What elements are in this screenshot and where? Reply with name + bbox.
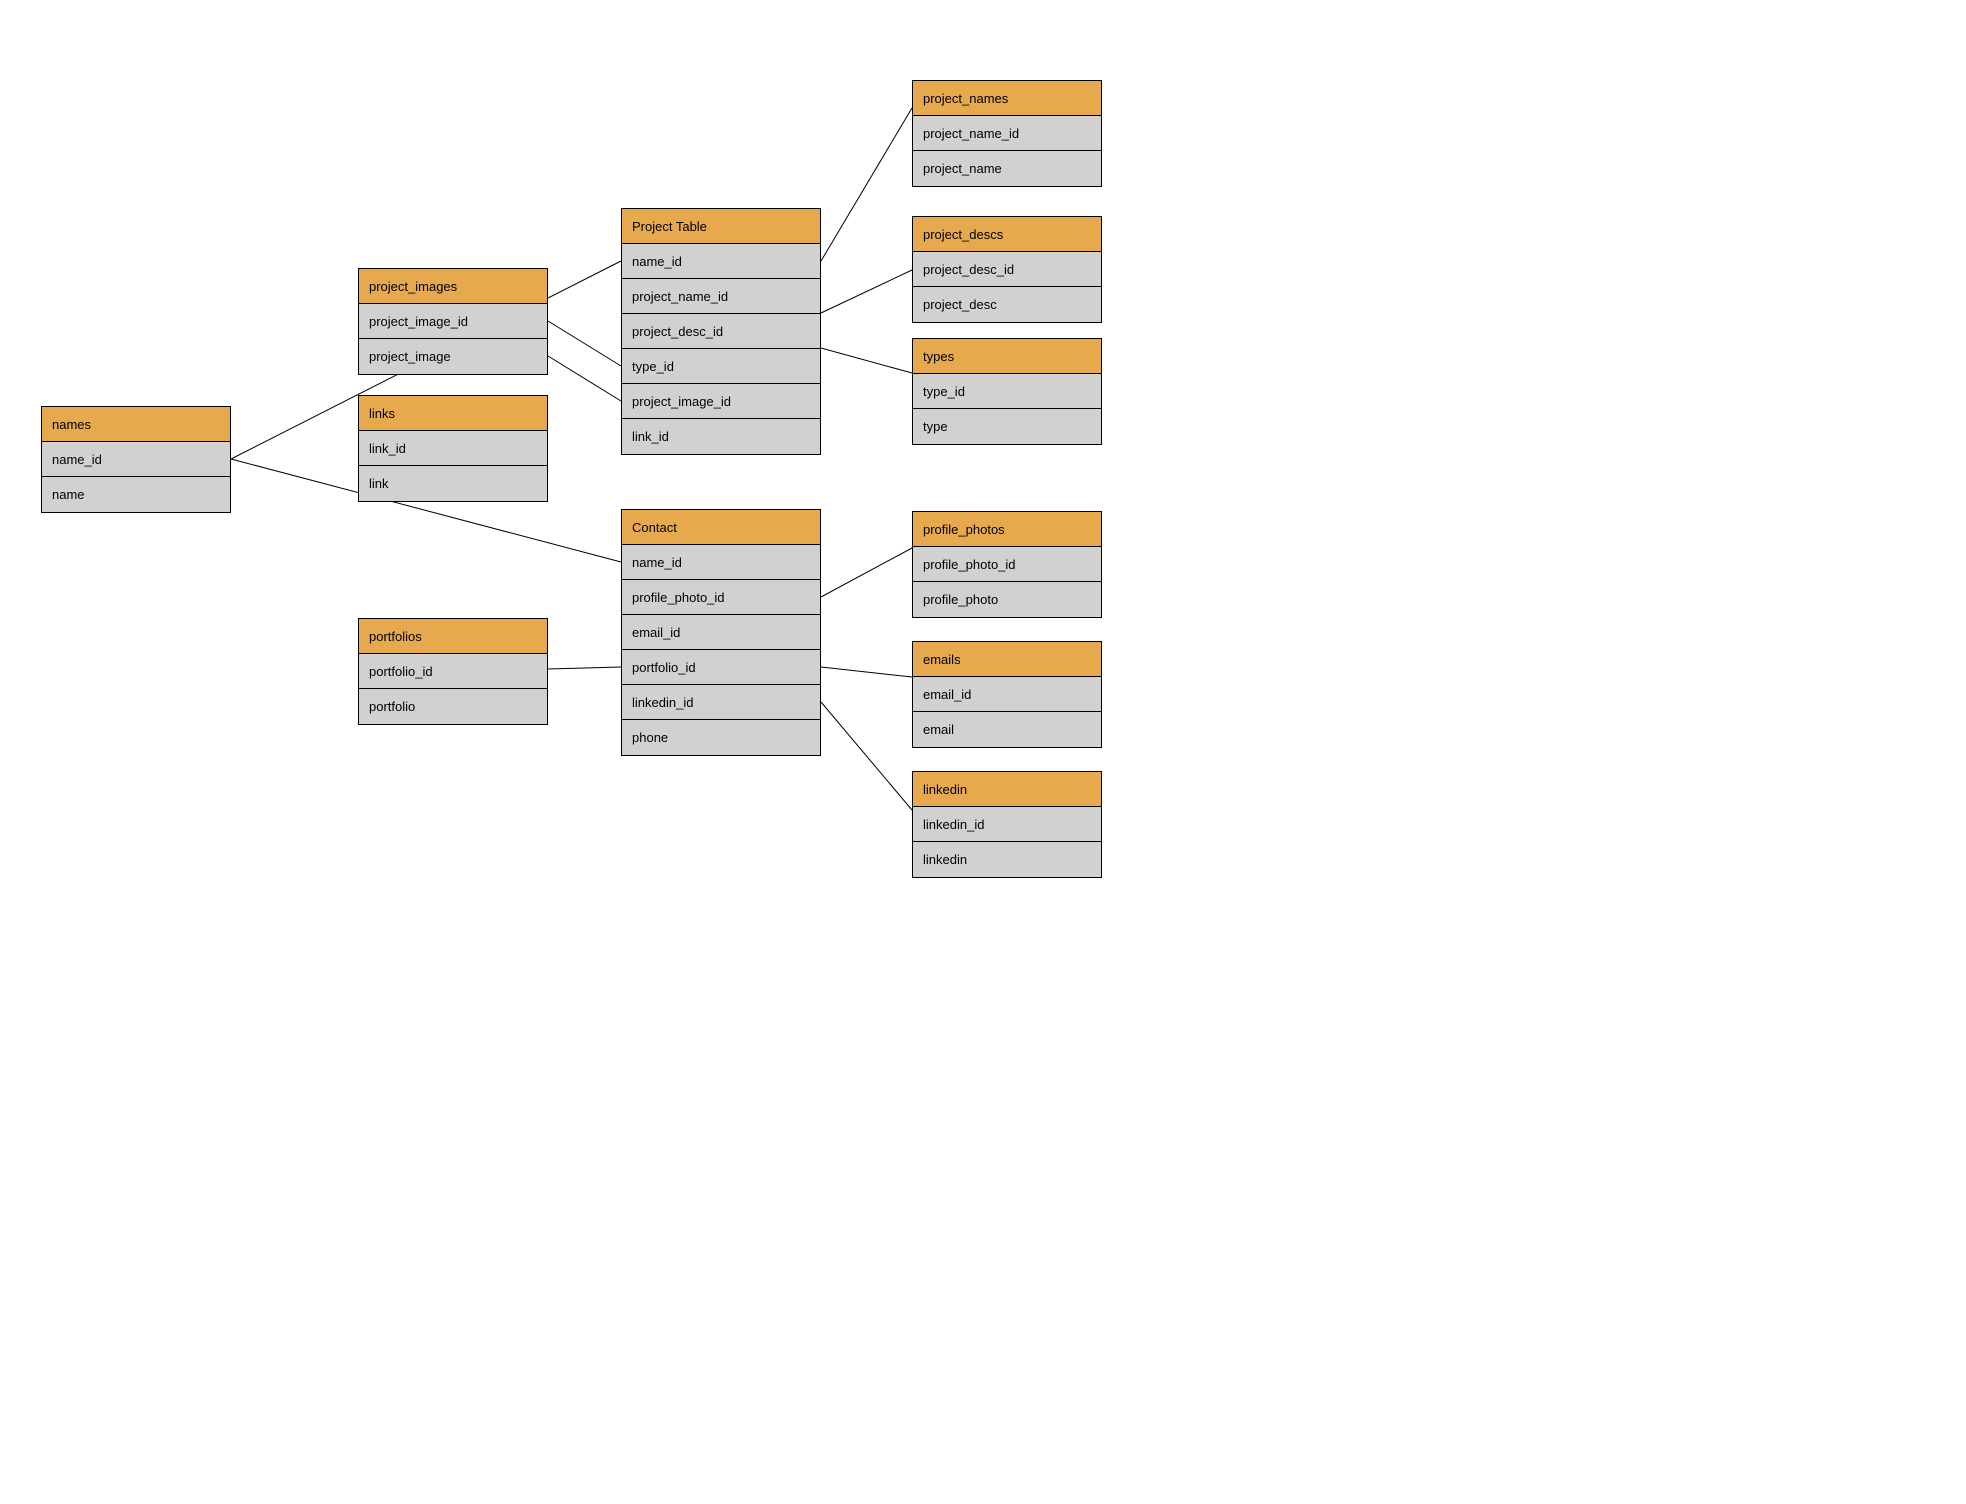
table-emails-header: emails (913, 642, 1101, 677)
edge-projectimages-to-project-b (548, 356, 621, 401)
table-project-descs: project_descs project_desc_id project_de… (912, 216, 1102, 323)
table-profile-photos-field: profile_photo (913, 582, 1101, 617)
edge-project-to-projectdescs (821, 270, 912, 313)
table-contact-field: linkedin_id (622, 685, 820, 720)
table-project-table-field: name_id (622, 244, 820, 279)
table-names: names name_id name (41, 406, 231, 513)
table-project-names: project_names project_name_id project_na… (912, 80, 1102, 187)
edge-portfolios-to-contact (548, 667, 621, 669)
table-links: links link_id link (358, 395, 548, 502)
table-portfolios-field: portfolio (359, 689, 547, 724)
table-project-images-field: project_image_id (359, 304, 547, 339)
table-project-names-field: project_name_id (913, 116, 1101, 151)
table-profile-photos-header: profile_photos (913, 512, 1101, 547)
table-types-header: types (913, 339, 1101, 374)
table-project-descs-header: project_descs (913, 217, 1101, 252)
edge-project-to-projectnames (821, 108, 912, 261)
table-linkedin: linkedin linkedin_id linkedin (912, 771, 1102, 878)
table-linkedin-field: linkedin (913, 842, 1101, 877)
table-links-header: links (359, 396, 547, 431)
table-project-images-header: project_images (359, 269, 547, 304)
table-linkedin-header: linkedin (913, 772, 1101, 807)
table-project-table-field: link_id (622, 419, 820, 454)
table-contact-header: Contact (622, 510, 820, 545)
table-project-table-header: Project Table (622, 209, 820, 244)
table-emails: emails email_id email (912, 641, 1102, 748)
table-emails-field: email (913, 712, 1101, 747)
table-project-images: project_images project_image_id project_… (358, 268, 548, 375)
table-emails-field: email_id (913, 677, 1101, 712)
table-portfolios-field: portfolio_id (359, 654, 547, 689)
er-diagram-canvas: names name_id name project_images projec… (0, 0, 1966, 1504)
table-project-table-field: project_image_id (622, 384, 820, 419)
table-links-field: link_id (359, 431, 547, 466)
table-project-descs-field: project_desc_id (913, 252, 1101, 287)
table-project-names-field: project_name (913, 151, 1101, 186)
table-profile-photos-field: profile_photo_id (913, 547, 1101, 582)
table-contact-field: phone (622, 720, 820, 755)
table-linkedin-field: linkedin_id (913, 807, 1101, 842)
table-contact-field: profile_photo_id (622, 580, 820, 615)
table-project-table-field: project_name_id (622, 279, 820, 314)
table-contact-field: email_id (622, 615, 820, 650)
edge-contact-to-linkedin (821, 702, 912, 810)
table-project-names-header: project_names (913, 81, 1101, 116)
table-project-descs-field: project_desc (913, 287, 1101, 322)
table-names-field: name_id (42, 442, 230, 477)
table-project-table-field: type_id (622, 349, 820, 384)
edge-projectimages-to-project-a (548, 321, 621, 366)
table-profile-photos: profile_photos profile_photo_id profile_… (912, 511, 1102, 618)
table-types-field: type_id (913, 374, 1101, 409)
table-contact-field: name_id (622, 545, 820, 580)
table-contact-field: portfolio_id (622, 650, 820, 685)
edge-contact-to-emails (821, 667, 912, 677)
edge-project-to-types (821, 348, 912, 373)
table-project-table: Project Table name_id project_name_id pr… (621, 208, 821, 455)
table-portfolios-header: portfolios (359, 619, 547, 654)
table-project-images-field: project_image (359, 339, 547, 374)
table-portfolios: portfolios portfolio_id portfolio (358, 618, 548, 725)
table-types: types type_id type (912, 338, 1102, 445)
table-links-field: link (359, 466, 547, 501)
table-project-table-field: project_desc_id (622, 314, 820, 349)
table-contact: Contact name_id profile_photo_id email_i… (621, 509, 821, 756)
table-types-field: type (913, 409, 1101, 444)
table-names-header: names (42, 407, 230, 442)
table-names-field: name (42, 477, 230, 512)
edge-contact-to-profilephotos (821, 548, 912, 597)
